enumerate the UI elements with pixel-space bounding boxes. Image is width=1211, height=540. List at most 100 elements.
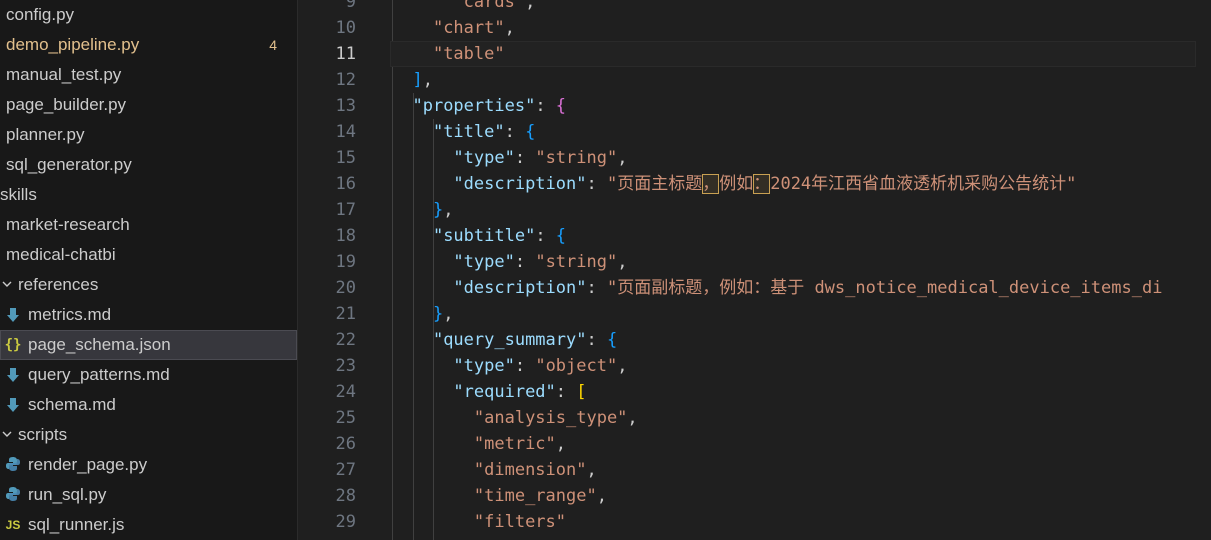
code-token: "metric" [473,434,556,454]
code-line[interactable]: 19 "type": "string", [298,249,1211,275]
file-page-builder-py[interactable]: page_builder.py [0,90,297,120]
code-token: } [432,304,444,324]
code-token: "description" [453,278,587,298]
markdown-icon [4,396,22,414]
code-line[interactable]: 20 "description": "页面副标题，例如：基于 dws_notic… [298,275,1211,301]
code-token: , [617,356,628,376]
code-text: "type": "string", [392,145,627,171]
tree-item-label: market-research [6,215,130,234]
code-line[interactable]: 11 "table" [298,41,1211,67]
json-icon: {} [4,337,22,353]
code-line[interactable]: 10 "chart", [298,15,1211,41]
file-sql-generator-py[interactable]: sql_generator.py [0,150,297,180]
line-number: 15 [335,148,356,168]
code-line[interactable]: 15 "type": "string", [298,145,1211,171]
code-text: }, [392,197,454,223]
code-text: "dimension", [392,457,597,483]
code-token: , [617,148,628,168]
tree-item-label: planner.py [6,125,85,144]
file-manual-test-py[interactable]: manual_test.py [0,60,297,90]
file-run-sql-py[interactable]: run_sql.py [0,480,297,510]
markdown-icon [4,306,22,324]
code-token: "dimension" [473,460,587,480]
code-line[interactable]: 25 "analysis_type", [298,405,1211,431]
line-number: 12 [335,70,356,90]
code-line[interactable]: 24 "required": [ [298,379,1211,405]
code-token: ： [753,174,771,194]
code-line[interactable]: 16 "description": "页面主标题，例如：2024年江西省血液透析… [298,171,1211,197]
code-token: "filters" [473,512,567,532]
code-token: "type" [453,148,515,168]
file-demo-pipeline-py[interactable]: demo_pipeline.py 4 [0,30,297,60]
code-line[interactable]: 22 "query_summary": { [298,327,1211,353]
file-config-py[interactable]: config.py [0,0,297,30]
code-token: 2024年江西省血液透析机采购公告统计" [770,174,1077,194]
folder-market-research[interactable]: market-research [0,210,297,240]
code-token: "object" [535,356,618,376]
code-text: "table" [392,41,505,67]
folder-scripts[interactable]: scripts [0,420,297,450]
python-icon [4,456,22,474]
code-token: : [514,356,536,376]
line-number: 9 [345,0,356,12]
code-line[interactable]: 29 "filters" [298,509,1211,535]
line-number: 24 [335,382,356,402]
folder-skills[interactable]: skills [0,180,297,210]
code-line[interactable]: 12 ], [298,67,1211,93]
folder-references[interactable]: references [0,270,297,300]
code-line[interactable]: 30 ] [298,535,1211,540]
tree-item-label: sql_generator.py [6,155,132,174]
code-text: "type": "string", [392,249,627,275]
file-metrics-md[interactable]: metrics.md [0,300,297,330]
code-line[interactable]: 28 "time_range", [298,483,1211,509]
code-token: : [586,174,607,194]
code-token: } [432,200,444,220]
code-editor[interactable]: 9 "cards", 10 "chart", 11 "table" 12 ], 13 "… [298,0,1211,540]
code-line[interactable]: 14 "title": { [298,119,1211,145]
code-line[interactable]: 18 "subtitle": { [298,223,1211,249]
file-page-schema-json[interactable]: {} page_schema.json [0,330,297,360]
code-text: ], [392,67,433,93]
line-number: 21 [335,304,356,324]
file-planner-py[interactable]: planner.py [0,120,297,150]
line-number: 23 [335,356,356,376]
file-query-patterns-md[interactable]: query_patterns.md [0,360,297,390]
code-line[interactable]: 17 }, [298,197,1211,223]
code-line[interactable]: 23 "type": "object", [298,353,1211,379]
code-token: : [555,382,577,402]
code-line[interactable]: 27 "dimension", [298,457,1211,483]
code-token: , [586,460,597,480]
line-number: 29 [335,512,356,532]
chevron-down-icon[interactable] [0,428,14,443]
line-number: 19 [335,252,356,272]
code-token: "cards" [453,0,526,12]
code-token: , [422,70,433,90]
code-token: 例如 [719,174,754,194]
code-line[interactable]: 13 "properties": { [298,93,1211,119]
line-number: 28 [335,486,356,506]
tree-item-label: metrics.md [28,305,112,324]
code-line[interactable]: 9 "cards", [298,0,1211,15]
line-number: 25 [335,408,356,428]
code-token: ， [702,174,720,194]
code-text: "type": "object", [392,353,627,379]
code-text: "description": "页面主标题，例如：2024年江西省血液透析机采购… [392,171,1076,197]
javascript-icon: JS [5,518,21,532]
folder-medical-chatbi[interactable]: medical-chatbi [0,240,297,270]
file-sql-runner-js[interactable]: JS sql_runner.js [0,510,297,540]
code-line[interactable]: 21 }, [298,301,1211,327]
line-number: 18 [335,226,356,246]
file-schema-md[interactable]: schema.md [0,390,297,420]
code-line[interactable]: 26 "metric", [298,431,1211,457]
file-render-page-py[interactable]: render_page.py [0,450,297,480]
chevron-down-icon[interactable] [0,278,14,293]
